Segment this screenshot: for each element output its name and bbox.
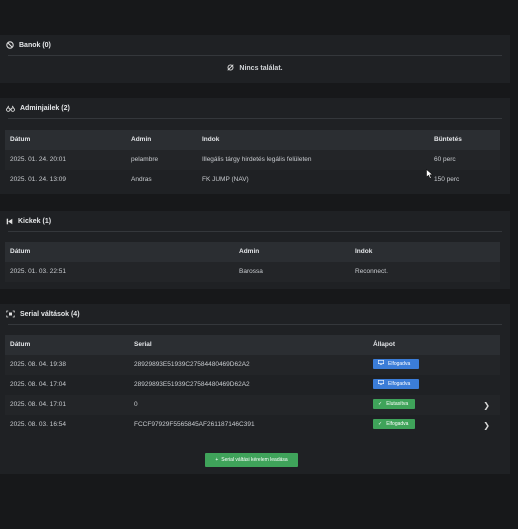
kicks-title: Kickek (1) xyxy=(18,217,52,225)
empty-text: Nincs találat. xyxy=(239,65,283,72)
divider xyxy=(8,324,502,325)
mouse-cursor-icon xyxy=(426,168,434,181)
row-date: 2025. 08. 04. 17:01 xyxy=(10,401,67,408)
column-header: Dátum xyxy=(10,136,31,143)
row-serial: 28929893E51939C27584480469D62A2 xyxy=(134,381,250,388)
row-date: 2025. 01. 03. 22:51 xyxy=(10,268,67,275)
check-icon: ✓ xyxy=(378,421,383,428)
table-row[interactable]: 2025. 01. 24. 20:01 pelambre Illegális t… xyxy=(5,150,500,170)
plus-icon: + xyxy=(215,457,219,463)
row-date: 2025. 01. 24. 20:01 xyxy=(10,156,67,163)
column-header: Indok xyxy=(355,248,373,255)
admin-jails-table: Dátum Admin Indok Büntetés 2025. 01. 24.… xyxy=(5,130,500,190)
empty-set-icon xyxy=(227,64,235,73)
table-row[interactable]: 2025. 08. 04. 19:38 28929893E51939C27584… xyxy=(5,355,500,375)
column-header: Büntetés xyxy=(434,136,462,143)
serials-table: Dátum Serial Állapot 2025. 08. 04. 19:38… xyxy=(5,335,500,435)
row-admin: Andras xyxy=(131,176,152,183)
row-serial: 28929893E51939C27584480469D62A2 xyxy=(134,361,250,368)
row-reason: Illegális tárgy hirdetés legális felület… xyxy=(202,156,312,163)
status-badge: Elfogadva xyxy=(373,379,419,390)
status-cell: Elfogadva xyxy=(373,355,419,375)
status-badge: ✓ Elutasítva xyxy=(373,399,415,410)
kicks-table: Dátum Admin Indok 2025. 01. 03. 22:51 Ba… xyxy=(5,242,500,282)
column-header: Admin xyxy=(239,248,260,255)
divider xyxy=(8,231,502,232)
row-admin: Barossa xyxy=(239,268,263,275)
row-date: 2025. 01. 24. 13:09 xyxy=(10,176,67,183)
row-reason: Reconnect. xyxy=(355,268,388,275)
admin-jails-title: Adminjailek (2) xyxy=(20,104,70,112)
table-header-row: Dátum Serial Állapot xyxy=(5,335,500,355)
column-header: Indok xyxy=(202,136,220,143)
table-header-row: Dátum Admin Indok xyxy=(5,242,500,262)
serial-change-request-button[interactable]: + Serial váltási kérelem leadása xyxy=(205,453,298,467)
row-date: 2025. 08. 03. 16:54 xyxy=(10,421,67,428)
admin-jails-header: Adminjailek (2) xyxy=(0,98,510,118)
status-badge: ✓ Elfogadva xyxy=(373,419,415,430)
monitor-icon xyxy=(378,354,384,374)
table-row[interactable]: 2025. 08. 03. 16:54 FCCF97929F5565845AF2… xyxy=(5,415,500,435)
row-admin: pelambre xyxy=(131,156,159,163)
bans-title: Banok (0) xyxy=(19,41,51,49)
status-cell: ✓ Elutasítva xyxy=(373,395,415,415)
row-penalty: 150 perc xyxy=(434,176,460,183)
status-cell: Elfogadva xyxy=(373,375,419,395)
column-header: Dátum xyxy=(10,341,31,348)
table-row[interactable]: 2025. 01. 03. 22:51 Barossa Reconnect. xyxy=(5,262,500,282)
column-header: Állapot xyxy=(373,341,396,348)
row-serial: FCCF97929F5565845AF261187146C391 xyxy=(134,421,255,428)
fingerprint-scan-icon xyxy=(6,310,15,318)
kick-icon xyxy=(6,218,13,225)
ban-icon xyxy=(6,41,14,49)
row-date: 2025. 08. 04. 19:38 xyxy=(10,361,67,368)
row-reason: FK JUMP (NAV) xyxy=(202,176,249,183)
row-penalty: 60 perc xyxy=(434,156,456,163)
bans-panel: Banok (0) Nincs találat. xyxy=(0,35,510,83)
bans-empty-state: Nincs találat. xyxy=(0,56,510,73)
row-date: 2025. 08. 04. 17:04 xyxy=(10,381,67,388)
table-row[interactable]: 2025. 08. 04. 17:04 28929893E51939C27584… xyxy=(5,375,500,395)
divider xyxy=(8,118,502,119)
kicks-header: Kickek (1) xyxy=(0,211,510,231)
binoculars-icon xyxy=(6,105,15,112)
serials-title: Serial váltások (4) xyxy=(20,310,80,318)
column-header: Dátum xyxy=(10,248,31,255)
monitor-icon xyxy=(378,374,384,394)
serials-header: Serial váltások (4) xyxy=(0,304,510,324)
status-badge: Elfogadva xyxy=(373,359,419,370)
status-cell: ✓ Elfogadva xyxy=(373,415,415,435)
table-header-row: Dátum Admin Indok Büntetés xyxy=(5,130,500,150)
column-header: Admin xyxy=(131,136,152,143)
chevron-right-icon[interactable]: ❯ xyxy=(483,401,490,410)
check-icon: ✓ xyxy=(378,401,383,408)
chevron-right-icon[interactable]: ❯ xyxy=(483,421,490,430)
table-row[interactable]: 2025. 08. 04. 17:01 0 ✓ Elutasítva ❯ xyxy=(5,395,500,415)
column-header: Serial xyxy=(134,341,152,348)
row-serial: 0 xyxy=(134,401,138,408)
bans-header: Banok (0) xyxy=(0,35,510,55)
